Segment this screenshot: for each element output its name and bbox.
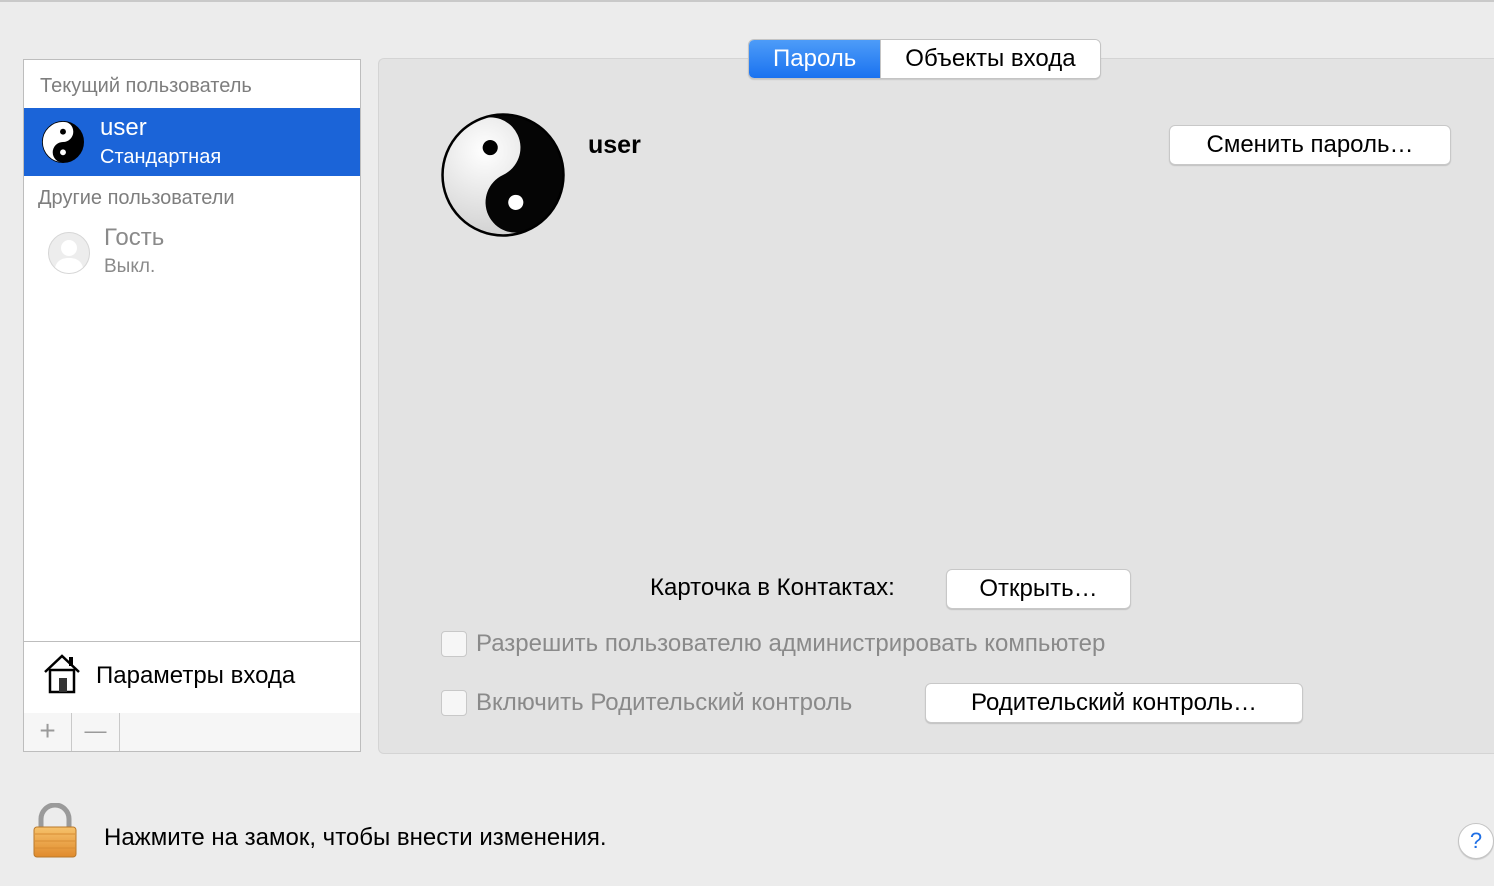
sidebar-item-current-user[interactable]: user Стандартная xyxy=(24,108,360,176)
house-icon xyxy=(44,654,80,694)
main-user-name: user xyxy=(588,131,641,159)
tab-bar: Пароль Объекты входа xyxy=(748,39,1101,79)
contacts-card-label: Карточка в Контактах: xyxy=(650,574,895,601)
parental-control-label: Включить Родительский контроль xyxy=(476,689,853,716)
lock-instruction-text: Нажмите на замок, чтобы внести изменения… xyxy=(104,824,607,851)
sidebar-user-name: user xyxy=(100,114,147,141)
sidebar-item-guest[interactable]: Гость Выкл. xyxy=(24,222,360,286)
other-users-header: Другие пользователи xyxy=(38,187,235,209)
open-contacts-button[interactable]: Открыть… xyxy=(946,569,1131,609)
allow-admin-label: Разрешить пользователю администрировать … xyxy=(476,630,1106,657)
window-top-border xyxy=(0,0,1494,2)
allow-admin-checkbox[interactable] xyxy=(441,631,467,657)
user-avatar-yin-yang-icon[interactable] xyxy=(440,112,566,238)
change-password-button[interactable]: Сменить пароль… xyxy=(1169,125,1451,165)
current-user-header: Текущий пользователь xyxy=(40,75,252,97)
remove-user-button[interactable]: — xyxy=(72,713,120,751)
lock-icon[interactable] xyxy=(30,803,80,859)
sidebar-user-type: Стандартная xyxy=(100,146,222,168)
user-list-toolbar: + — xyxy=(23,713,361,752)
parental-control-checkbox[interactable] xyxy=(441,690,467,716)
tab-password[interactable]: Пароль xyxy=(749,40,881,78)
guest-name: Гость xyxy=(104,224,165,251)
yin-yang-icon xyxy=(42,121,84,163)
add-user-button[interactable]: + xyxy=(24,713,72,751)
tab-login-items[interactable]: Объекты входа xyxy=(880,40,1100,78)
help-button[interactable]: ? xyxy=(1458,823,1494,859)
guest-status: Выкл. xyxy=(104,256,156,277)
parental-control-button[interactable]: Родительский контроль… xyxy=(925,683,1303,723)
person-silhouette-icon xyxy=(48,232,90,274)
login-options-label: Параметры входа xyxy=(96,662,296,689)
users-sidebar: Текущий пользователь user Стандартная Др… xyxy=(23,59,361,642)
login-options-item[interactable]: Параметры входа xyxy=(23,641,361,714)
